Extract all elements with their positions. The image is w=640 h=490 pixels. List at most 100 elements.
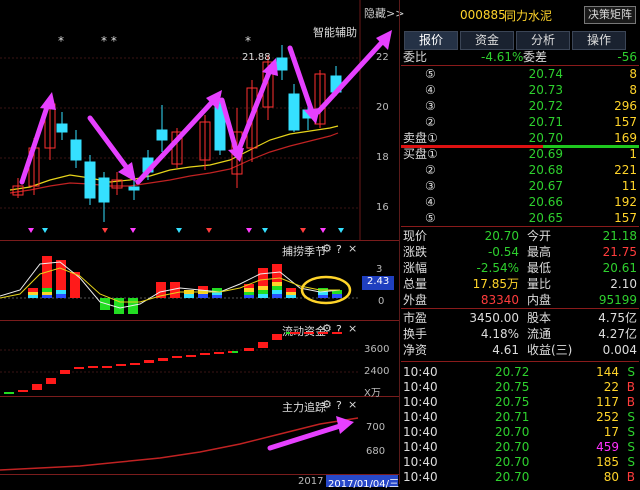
stat-value: 20.70 bbox=[484, 229, 519, 243]
star-marker: * bbox=[58, 34, 64, 48]
trade-volume: 117 bbox=[596, 395, 619, 409]
stat-label: 内盘 bbox=[527, 293, 552, 307]
divider bbox=[401, 308, 639, 309]
trade-time: 10:40 bbox=[403, 425, 438, 439]
indicator-value-badge: 2.43 bbox=[362, 276, 394, 290]
y-tick: 20 bbox=[376, 102, 389, 113]
trade-side: S bbox=[627, 425, 635, 439]
trade-time: 10:40 bbox=[403, 440, 438, 454]
stat-label: 现价 bbox=[403, 229, 428, 243]
trade-side: S bbox=[627, 365, 635, 379]
stat-label: 收益(三) bbox=[527, 343, 573, 357]
sell-order-row: 卖盘① 20.70 169 bbox=[401, 130, 639, 146]
stat-row: 涨幅 -2.54% 最低 20.61 bbox=[401, 260, 639, 276]
trade-row: 10:40 20.75 117 B bbox=[401, 394, 639, 410]
date-cursor-label: 2017/01/04/三 bbox=[326, 475, 400, 490]
trade-row: 10:40 20.70 459 S bbox=[401, 439, 639, 455]
liquidity-step-chart[interactable] bbox=[0, 320, 360, 396]
order-volume: 296 bbox=[614, 99, 637, 113]
trade-side: S bbox=[627, 440, 635, 454]
trade-row: 10:40 20.75 22 B bbox=[401, 379, 639, 395]
trade-volume: 144 bbox=[596, 365, 619, 379]
stat-label: 涨跌 bbox=[403, 245, 428, 259]
buy-order-row: ② 20.68 221 bbox=[401, 162, 639, 178]
level-label: 买盘① bbox=[403, 147, 438, 161]
order-volume: 157 bbox=[614, 211, 637, 225]
order-ratio-row: 委比 -4.61% 委差 -56 bbox=[401, 49, 639, 65]
stat-value: 21.75 bbox=[602, 245, 637, 259]
stat-value: 0.004 bbox=[602, 343, 637, 357]
y-tick: 16 bbox=[376, 202, 389, 213]
date-value: 2017/01/04/三 bbox=[328, 479, 400, 490]
trade-side: S bbox=[627, 410, 635, 424]
y-tick: 18 bbox=[376, 152, 389, 163]
y-tick: 3 bbox=[376, 264, 383, 275]
stat-value: 4.18% bbox=[480, 327, 519, 341]
trade-price: 20.75 bbox=[495, 380, 530, 394]
stat-row: 现价 20.70 今开 21.18 bbox=[401, 228, 639, 244]
annotation-arrow bbox=[267, 423, 343, 451]
catch-season-histogram[interactable] bbox=[0, 250, 360, 320]
trade-time: 10:40 bbox=[403, 455, 438, 469]
trade-time: 10:40 bbox=[403, 395, 438, 409]
trade-price: 20.70 bbox=[495, 440, 530, 454]
trade-time: 10:40 bbox=[403, 365, 438, 379]
tab-funds[interactable]: 资金 bbox=[460, 31, 514, 50]
chart-area[interactable]: 隐藏>> 智能辅助 * * * * 21.88 22 20 18 16 捕捞季节… bbox=[0, 0, 404, 490]
order-ratio-label: 委比 bbox=[403, 50, 428, 64]
stat-row: 涨跌 -0.54 最高 21.75 bbox=[401, 244, 639, 260]
order-price: 20.74 bbox=[528, 67, 563, 81]
stock-code: 000885 bbox=[460, 8, 506, 22]
trade-volume: 252 bbox=[596, 410, 619, 424]
stat-label: 净资 bbox=[403, 343, 428, 357]
sell-order-row: ⑤ 20.74 8 bbox=[401, 66, 639, 82]
main-force-tracking-chart[interactable] bbox=[0, 396, 360, 474]
stat-value: 83340 bbox=[480, 293, 519, 307]
decision-matrix-button[interactable]: 决策矩阵 bbox=[584, 6, 636, 24]
stat-value: -0.54 bbox=[487, 245, 519, 259]
y-tick: 680 bbox=[366, 446, 386, 457]
trade-time: 10:40 bbox=[403, 470, 438, 484]
level-label: ③ bbox=[425, 179, 436, 193]
stat-value: 95199 bbox=[598, 293, 637, 307]
decision-matrix-label: 决策矩阵 bbox=[588, 8, 632, 21]
trade-price: 20.72 bbox=[495, 365, 530, 379]
stat-value: 17.85万 bbox=[472, 277, 519, 291]
y-tick: 2400 bbox=[364, 366, 390, 377]
stat-value: 4.75亿 bbox=[598, 311, 637, 325]
order-ratio-value: -4.61% bbox=[481, 50, 524, 64]
panel-divider bbox=[0, 240, 399, 241]
level-label: ④ bbox=[425, 195, 436, 209]
level-label: 卖盘① bbox=[403, 131, 438, 145]
stat-value: 4.61 bbox=[492, 343, 519, 357]
stat-row: 净资 4.61 收益(三) 0.004 bbox=[401, 342, 639, 358]
stat-row: 换手 4.18% 流通 4.27亿 bbox=[401, 326, 639, 342]
high-price-label: 21.88 bbox=[242, 52, 271, 63]
trade-price: 20.70 bbox=[495, 425, 530, 439]
trade-price: 20.71 bbox=[495, 410, 530, 424]
unit-label: X万 bbox=[364, 388, 381, 399]
tab-analysis[interactable]: 分析 bbox=[516, 31, 570, 50]
order-price: 20.72 bbox=[528, 99, 563, 113]
trade-side: S bbox=[627, 455, 635, 469]
stat-value: -2.54% bbox=[476, 261, 519, 275]
tracking-line bbox=[0, 417, 359, 471]
stat-label: 涨幅 bbox=[403, 261, 428, 275]
stock-name: 同力水泥 bbox=[504, 9, 553, 23]
tab-quote[interactable]: 报价 bbox=[404, 31, 458, 50]
trade-price: 20.70 bbox=[495, 470, 530, 484]
order-volume: 8 bbox=[629, 83, 637, 97]
order-diff-value: -56 bbox=[617, 50, 637, 64]
level-label: ② bbox=[425, 163, 436, 177]
trade-time: 10:40 bbox=[403, 410, 438, 424]
order-price: 20.67 bbox=[528, 179, 563, 193]
buy-order-row: 买盘① 20.69 1 bbox=[401, 146, 639, 162]
trade-side: B bbox=[626, 395, 635, 409]
stat-row: 外盘 83340 内盘 95199 bbox=[401, 292, 639, 308]
y-tick: 700 bbox=[366, 422, 386, 433]
tab-operation[interactable]: 操作 bbox=[572, 31, 626, 50]
red-bars bbox=[28, 256, 282, 298]
stat-label: 今开 bbox=[527, 229, 552, 243]
stat-label: 量比 bbox=[527, 277, 552, 291]
stat-label: 最低 bbox=[527, 261, 552, 275]
